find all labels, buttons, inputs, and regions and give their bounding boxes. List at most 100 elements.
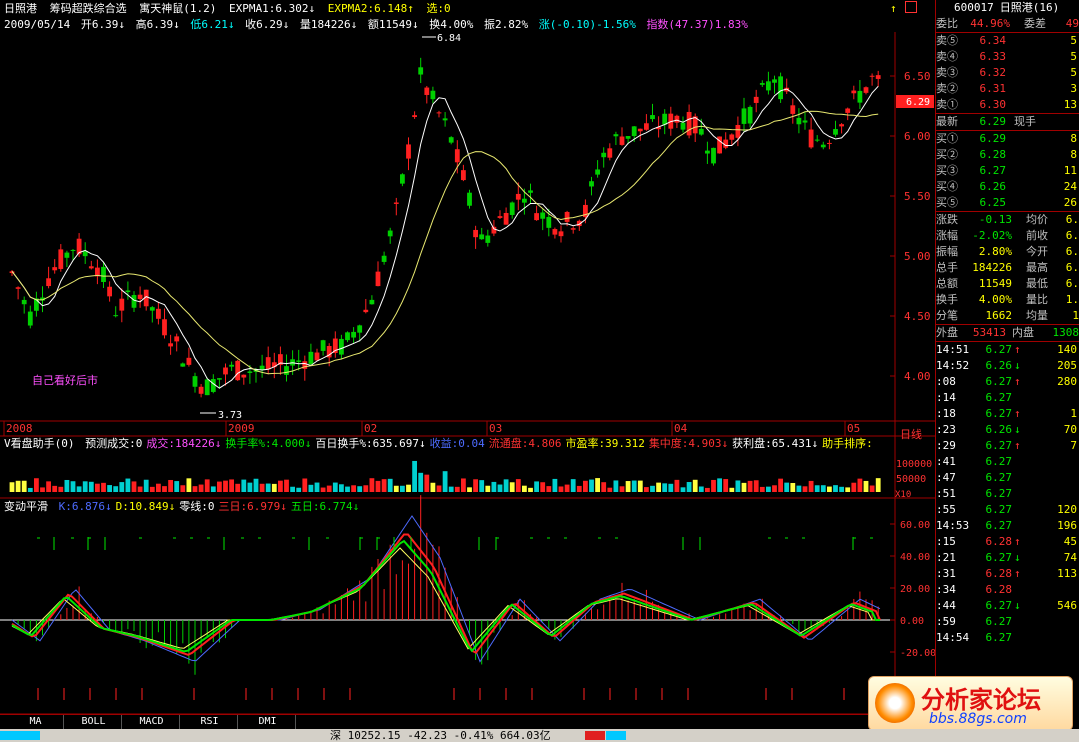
stat-cell: 分笔 [936,309,958,322]
volume-bar [827,486,832,492]
tick-price: 6.26 [985,423,1013,436]
tick-price: 6.27 [985,599,1013,612]
volume-bar [412,460,417,492]
stat-cell: 1. [1065,293,1079,306]
tick-price: 6.28 [985,567,1013,580]
volume-bar [58,486,64,492]
kdj-stat-1: D:10.849↓ [115,500,176,513]
tick-price: 6.27 [985,375,1013,388]
candle-body [204,379,210,396]
title-bar: 日照港 筹码超跌综合选 寓天神鼠(1.2) EXPMA1:6.302↓ EXPM… [0,0,935,17]
volume-bar [674,479,680,492]
vol-title[interactable]: V看盘助手(0) [4,437,75,450]
vol-stat-4: 收益:0.04 [429,437,485,450]
candle-body [711,147,716,164]
candle-body [631,126,637,137]
volume-bar [680,487,686,492]
tab-boll[interactable]: BOLL [66,715,122,729]
indicator-select[interactable]: 筹码超跌综合选 [50,2,127,15]
minimize-icon[interactable] [905,1,917,13]
volume-bar [229,479,234,492]
candle-body [149,307,155,311]
tick-direction: ↓ [1014,551,1021,564]
tick-time: :51 [936,487,956,500]
logo-url: bbs.88gs.com [929,711,1027,727]
candle-body [546,216,552,228]
sells-price: 6.31 [979,82,1007,95]
volume-bar [235,483,241,492]
candle-body [436,112,442,114]
tick-time: :47 [936,471,956,484]
tab-rsi[interactable]: RSI [182,715,238,729]
info-bar: 2009/05/14 开6.39↓ 高6.39↓ 低6.21↓ 收6.29↓ 量… [0,17,935,32]
volume-bar [296,487,302,492]
stat-cell: 振幅 [936,245,958,258]
info-amplitude: 振2.82% [483,18,529,31]
volume-bar [406,484,411,492]
candle-body [192,376,198,387]
buys-price: 6.29 [979,132,1007,145]
candle-body [174,336,180,342]
candle-body [351,331,356,338]
tick-direction: ↑ [1014,343,1021,356]
tick-price: 6.28 [985,583,1013,596]
date-label: 2008 [6,422,33,435]
tick-time: :15 [936,535,956,548]
tick-price: 6.27 [985,391,1013,404]
candle-body [863,87,869,93]
tick-volume: 546 [1057,599,1077,612]
candle-body [766,81,771,91]
stat-cell: 量比 [1026,293,1048,306]
candle-body [491,226,497,234]
candle-body [180,363,186,367]
volume-bar [192,486,198,492]
stat-cell: 2.80% [978,245,1012,258]
volume-bar [400,485,405,492]
index-status: 深 10252.15 -42.23 -0.41% 664.03亿 [330,729,551,742]
candle-body [461,170,466,181]
tick-price: 6.28 [985,535,1013,548]
volume-bar [302,478,308,492]
candle-body [619,136,625,145]
volume-bar [64,479,70,492]
stock-name[interactable]: 日照港 [4,2,37,15]
volume-bar [479,480,485,492]
tick-time: :55 [936,503,956,516]
tab-macd[interactable]: MACD [124,715,180,729]
volume-panel-title: V看盘助手(0) 预测成交:0 成交:184226↓ 换手率%:4.000↓ 百日换手… [0,436,895,451]
kdj-stat-2: 零线:0 [179,500,215,513]
stat-cell: 6. [1065,245,1079,258]
volume-bar [668,483,674,492]
volume-bar [168,479,173,492]
scroll-up-icon[interactable]: ↑ [890,2,897,15]
volume-bar [381,479,387,492]
candle-body [454,149,460,163]
buys-row: 买⑤ 6.25 26 [936,195,1079,211]
volume-bar [113,486,119,492]
candle-body [64,252,70,258]
tick-price: 6.27 [985,631,1013,644]
kdj-title[interactable]: 变动平滑 [4,500,48,513]
volume-bar [833,485,838,492]
indicator-name[interactable]: 寓天神鼠(1.2) [139,2,216,15]
select-value: 选:0 [426,2,451,15]
volume-bar [509,482,515,492]
tick-price: 6.27 [985,503,1013,516]
volume-bar [363,485,369,492]
tick-direction [1012,470,1036,486]
tab-dmi[interactable]: DMI [240,715,296,729]
candle-body [198,386,204,394]
price-axis-label: 4.00 [904,370,931,383]
tick-volume [1036,614,1079,630]
volume-bar [741,482,747,492]
candle-body [522,198,527,203]
info-close: 收6.29↓ [245,18,290,31]
stat-row: 振幅 2.80% 今开 6. [936,244,1079,260]
tick-direction: ↑ [1014,407,1021,420]
tab-ma[interactable]: MA [8,715,64,729]
candle-body [607,148,613,158]
stat-row: 涨幅 -2.02% 前收 6. [936,228,1079,244]
chart-area[interactable]: 6.50 6.00 5.50 5.00 4.50 4.00 日线 2008 2009 02 03 04… [0,32,935,714]
candle-body [156,308,161,319]
volume-bar [644,487,649,492]
